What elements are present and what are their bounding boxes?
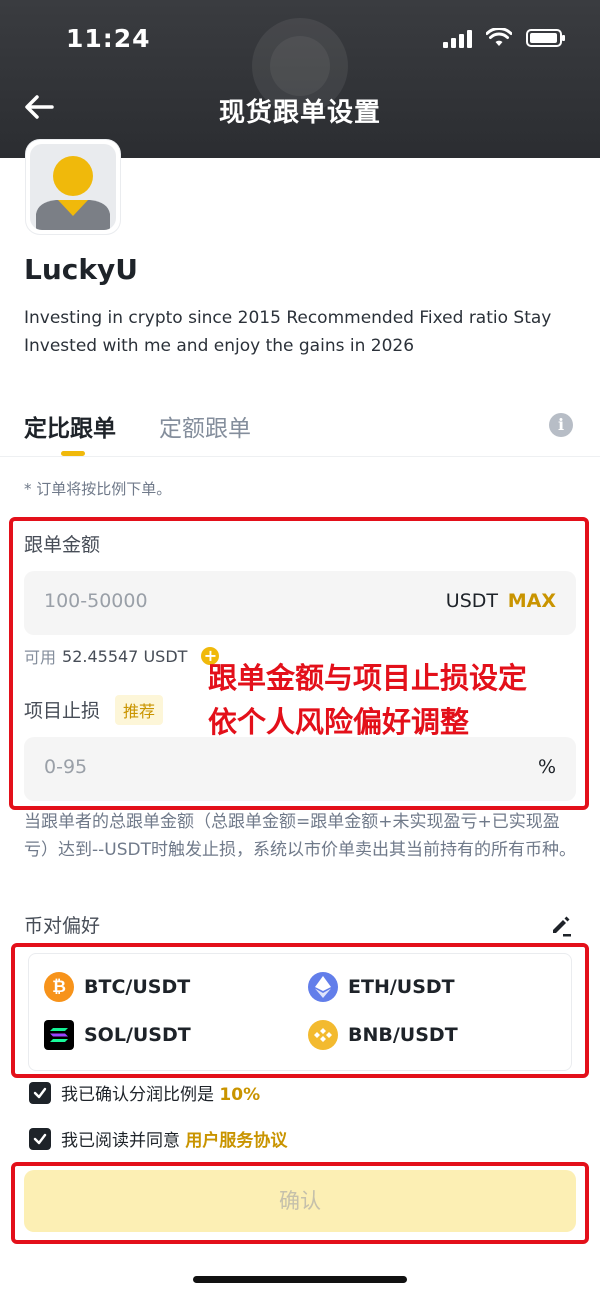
- pair-eth-usdt[interactable]: ETH/USDT: [308, 972, 455, 1002]
- edit-icon[interactable]: [549, 913, 573, 937]
- bnb-icon: [308, 1020, 338, 1050]
- annotation-text: 跟单金额与项目止损设定 依个人风险偏好调整: [208, 656, 527, 744]
- stop-loss-unit: %: [537, 756, 556, 778]
- bitcoin-icon: ₿: [44, 972, 74, 1002]
- pair-bnb-usdt[interactable]: BNB/USDT: [308, 1020, 458, 1050]
- pair-sol-usdt[interactable]: SOL/USDT: [44, 1020, 191, 1050]
- amount-label: 跟单金额: [24, 534, 101, 556]
- stop-loss-input[interactable]: 0-95 %: [24, 737, 576, 801]
- info-icon[interactable]: i: [549, 413, 573, 437]
- active-tab-indicator: [61, 451, 85, 456]
- profit-share-confirm-row[interactable]: 我已确认分润比例是 10%: [29, 1080, 260, 1105]
- battery-icon: [526, 29, 565, 47]
- trader-name: LuckyU: [24, 253, 138, 286]
- solana-icon: [44, 1020, 74, 1050]
- cellular-signal-icon: [443, 28, 472, 48]
- available-balance: 可用 52.45547 USDT +: [24, 644, 220, 668]
- profit-share-text: 我已确认分润比例是 10%: [61, 1085, 261, 1105]
- terms-agree-row[interactable]: 我已阅读并同意 用户服务协议: [29, 1126, 287, 1151]
- terms-checkbox[interactable]: [29, 1127, 51, 1150]
- wifi-icon: [486, 28, 512, 46]
- trader-avatar: [26, 140, 120, 234]
- header-watermark-inner: [270, 36, 330, 96]
- trader-bio: Investing in crypto since 2015 Recommend…: [24, 308, 552, 356]
- terms-text: 我已阅读并同意 用户服务协议: [61, 1131, 288, 1151]
- stop-loss-placeholder: 0-95: [44, 756, 88, 778]
- available-value: 52.45547 USDT: [62, 646, 188, 666]
- status-time: 11:24: [66, 24, 151, 53]
- max-button[interactable]: MAX: [508, 590, 556, 612]
- pair-preference-label: 币对偏好: [24, 915, 101, 937]
- confirm-button[interactable]: 确认: [24, 1170, 576, 1232]
- annotation-line-1: 跟单金额与项目止损设定: [208, 661, 528, 695]
- page-title: 现货跟单设置: [218, 98, 381, 128]
- available-label: 可用: [24, 648, 57, 667]
- amount-placeholder: 100-50000: [44, 590, 148, 612]
- pair-label: BNB/USDT: [348, 1024, 458, 1046]
- terms-link[interactable]: 用户服务协议: [185, 1131, 287, 1151]
- tab-fixed-amount[interactable]: 定额跟单: [159, 409, 251, 443]
- pair-label: ETH/USDT: [348, 976, 455, 998]
- copy-mode-tabs: 定比跟单 定额跟单 i: [0, 405, 600, 457]
- profit-share-value: 10%: [219, 1085, 261, 1105]
- pair-btc-usdt[interactable]: ₿ BTC/USDT: [44, 972, 190, 1002]
- pair-label: SOL/USDT: [84, 1024, 191, 1046]
- amount-unit: USDT: [445, 590, 498, 612]
- ethereum-icon: [308, 972, 338, 1002]
- pair-label: BTC/USDT: [84, 976, 191, 998]
- avatar-figure-icon: [36, 156, 110, 230]
- tab-fixed-ratio[interactable]: 定比跟单: [24, 409, 116, 443]
- status-icons: [443, 28, 565, 48]
- order-ratio-note: * 订单将按比例下单。: [24, 480, 172, 498]
- stop-loss-label: 项目止损: [24, 700, 101, 722]
- pair-preference-card: ₿ BTC/USDT ETH/USDT SOL/USDT BNB/USDT: [28, 953, 572, 1071]
- recommended-badge: 推荐: [115, 695, 164, 725]
- app-header: 11:24 现货跟单设置: [0, 0, 600, 158]
- stop-loss-description: 当跟单者的总跟单金额（总跟单金额=跟单金额+未实现盈亏+已实现盈亏）达到--US…: [24, 812, 576, 860]
- home-indicator: [193, 1276, 407, 1283]
- profit-share-checkbox[interactable]: [29, 1081, 51, 1104]
- amount-input[interactable]: 100-50000 USDT MAX: [24, 571, 576, 635]
